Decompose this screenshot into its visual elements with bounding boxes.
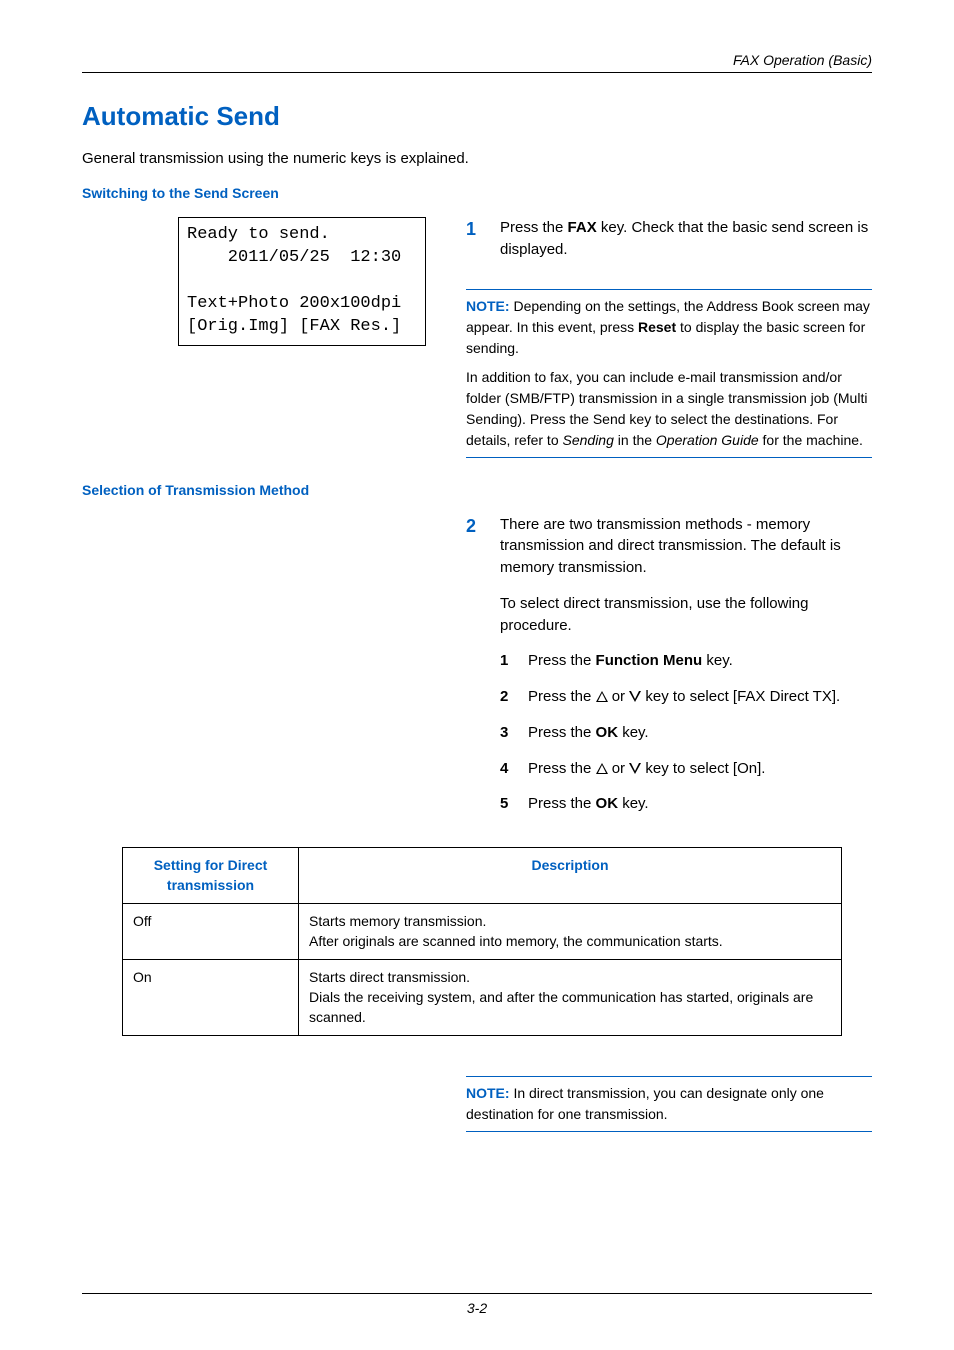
top-rule xyxy=(82,72,872,73)
note-block: NOTE: Depending on the settings, the Add… xyxy=(466,289,872,458)
up-arrow-icon xyxy=(596,691,608,702)
up-arrow-icon xyxy=(596,763,608,774)
table-row: Off Starts memory transmission. After or… xyxy=(123,904,842,960)
substep: 3 Press the OK key. xyxy=(500,722,872,744)
settings-table: Setting for Direct transmission Descript… xyxy=(122,847,842,1036)
table-cell: On xyxy=(123,960,299,1036)
subhead-transmission-method: Selection of Transmission Method xyxy=(82,482,872,498)
page-title: Automatic Send xyxy=(82,101,872,132)
lcd-line: Ready to send. xyxy=(187,225,330,244)
step-body: Press the FAX key. Check that the basic … xyxy=(500,217,872,275)
substep: 5 Press the OK key. xyxy=(500,793,872,815)
note-label: NOTE: xyxy=(466,298,510,314)
step-body: There are two transmission methods - mem… xyxy=(500,514,872,830)
table-cell: Starts memory transmission. After origin… xyxy=(299,904,842,960)
lcd-line: [Orig.Img] [FAX Res.] xyxy=(187,317,401,336)
table-row: On Starts direct transmission. Dials the… xyxy=(123,960,842,1036)
subhead-switching: Switching to the Send Screen xyxy=(82,185,872,201)
intro-text: General transmission using the numeric k… xyxy=(82,150,872,167)
substep: 1 Press the Function Menu key. xyxy=(500,650,872,672)
page-number: 3-2 xyxy=(82,1300,872,1316)
step-number: 2 xyxy=(466,514,500,830)
table-cell: Off xyxy=(123,904,299,960)
table-header: Setting for Direct transmission xyxy=(123,848,299,904)
table-cell: Starts direct transmission. Dials the re… xyxy=(299,960,842,1036)
table-header: Description xyxy=(299,848,842,904)
down-arrow-icon xyxy=(629,763,641,774)
running-header: FAX Operation (Basic) xyxy=(82,52,872,68)
table-header-row: Setting for Direct transmission Descript… xyxy=(123,848,842,904)
bottom-rule xyxy=(82,1293,872,1294)
note-block: NOTE: In direct transmission, you can de… xyxy=(466,1076,872,1132)
substep: 4 Press the or key to select [On]. xyxy=(500,758,872,780)
step-number: 1 xyxy=(466,217,500,275)
lcd-line: 2011/05/25 12:30 xyxy=(187,248,401,267)
note-label: NOTE: xyxy=(466,1085,510,1101)
substep: 2 Press the or key to select [FAX Direct… xyxy=(500,686,872,708)
down-arrow-icon xyxy=(629,691,641,702)
lcd-screen: Ready to send. 2011/05/25 12:30 Text+Pho… xyxy=(178,217,426,346)
lcd-line: Text+Photo 200x100dpi xyxy=(187,294,401,313)
